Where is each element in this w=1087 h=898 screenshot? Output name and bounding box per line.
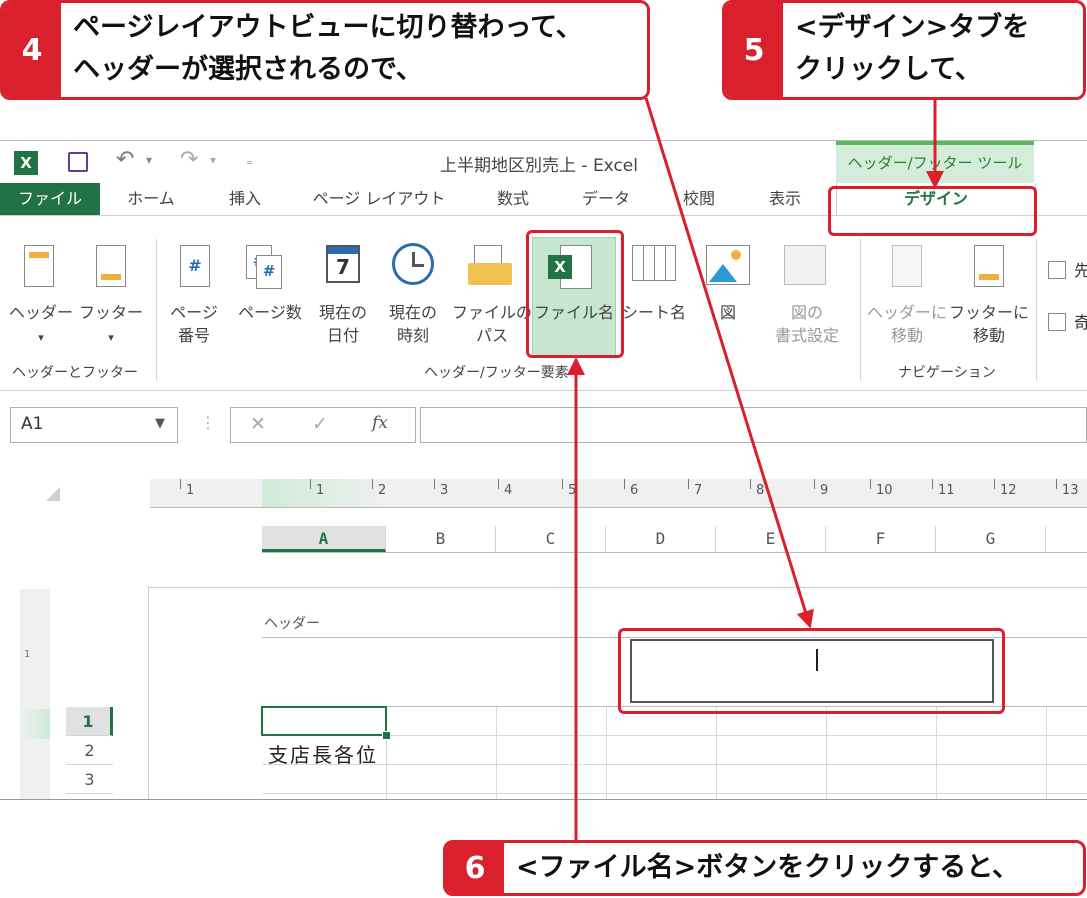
callout-4-line-1: ページレイアウトビューに切り替わって、 xyxy=(73,12,583,43)
callout-arrows xyxy=(567,97,944,842)
step-number-4: 4 xyxy=(3,3,61,97)
callout-6-line-1: <ファイル名>ボタンをクリックすると、 xyxy=(516,852,1020,883)
step-number-5: 5 xyxy=(725,3,783,97)
callout-step-5: 5 <デザイン>タブを クリックして、 xyxy=(722,0,1086,100)
callout-step-6: 6 <ファイル名>ボタンをクリックすると、 xyxy=(443,840,1086,896)
callout-5-line-1: <デザイン>タブを xyxy=(795,12,1030,43)
callout-step-4: 4 ページレイアウトビューに切り替わって、 ヘッダーが選択されるので、 xyxy=(0,0,650,100)
step-number-6: 6 xyxy=(446,843,504,893)
callout-4-line-2: ヘッダーが選択されるので、 xyxy=(73,54,423,85)
callout-5-line-2: クリックして、 xyxy=(795,54,982,85)
